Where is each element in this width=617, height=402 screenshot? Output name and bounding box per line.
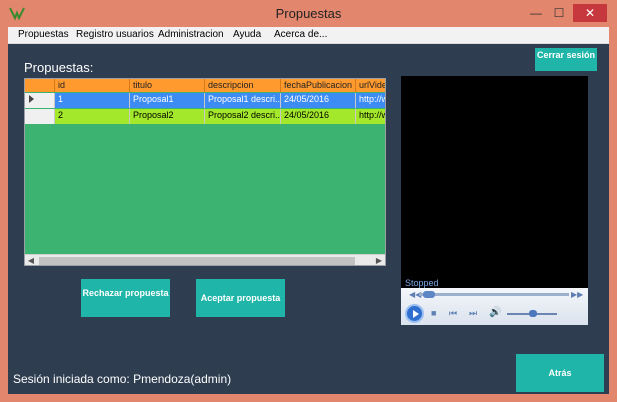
player-controls: ◀◀ ▶▶ ■ ⏮ ⏭ 🔊 — [401, 288, 588, 325]
menu-item-acerca-de[interactable]: Acerca de... — [274, 29, 327, 40]
column-header-url[interactable]: urlVideo — [356, 79, 385, 92]
player-status: Stopped — [405, 278, 439, 288]
seek-handle[interactable] — [423, 291, 435, 298]
cell-titulo[interactable]: Proposal2 — [130, 109, 205, 124]
close-button[interactable]: ✕ — [573, 4, 607, 22]
menu-bar: Propuestas Registro usuarios Administrac… — [8, 27, 609, 44]
session-label: Sesión iniciada como: Pmendoza(admin) — [13, 372, 232, 386]
table-row[interactable]: 1 Proposal1 Proposal1 descri... 24/05/20… — [25, 93, 385, 108]
section-label: Propuestas: — [24, 60, 94, 75]
video-player[interactable]: Stopped ◀◀ ▶▶ ■ ⏮ ⏭ 🔊 — [401, 76, 588, 325]
row-header-cell[interactable] — [25, 109, 55, 124]
menu-item-propuestas[interactable]: Propuestas — [18, 29, 69, 40]
main-window: Propuestas — ☐ ✕ Propuestas Registro usu… — [0, 0, 617, 402]
minimize-button[interactable]: — — [525, 4, 547, 22]
column-header-fecha[interactable]: fechaPublicacion — [281, 79, 356, 92]
cell-descripcion[interactable]: Proposal1 descri... — [205, 93, 281, 108]
logout-button[interactable]: Cerrar sesión — [535, 48, 597, 71]
menu-item-ayuda[interactable]: Ayuda — [233, 29, 261, 40]
cell-fecha[interactable]: 24/05/2016 — [281, 109, 356, 124]
cell-url[interactable]: http://w — [356, 109, 385, 124]
maximize-button[interactable]: ☐ — [548, 4, 570, 22]
horizontal-scrollbar[interactable]: ◀ ▶ — [25, 254, 385, 265]
row-header-cell[interactable] — [25, 93, 55, 108]
seek-forward-icon[interactable]: ▶▶ — [571, 290, 583, 299]
cell-titulo[interactable]: Proposal1 — [130, 93, 205, 108]
volume-handle[interactable] — [529, 310, 537, 317]
proposals-grid[interactable]: id titulo descripcion fechaPublicacion u… — [24, 78, 386, 266]
play-icon[interactable] — [405, 304, 424, 323]
next-icon[interactable]: ⏭ — [469, 308, 477, 319]
table-row[interactable]: 2 Proposal2 Proposal2 descri... 24/05/20… — [25, 109, 385, 124]
scroll-right-icon[interactable]: ▶ — [373, 255, 385, 265]
cell-descripcion[interactable]: Proposal2 descri... — [205, 109, 281, 124]
scroll-left-icon[interactable]: ◀ — [25, 255, 37, 265]
seek-bar[interactable] — [419, 293, 569, 296]
column-header-id[interactable]: id — [55, 79, 130, 92]
title-bar[interactable]: Propuestas — ☐ ✕ — [0, 0, 617, 27]
reject-proposal-button[interactable]: Rechazar propuesta — [81, 279, 170, 317]
cell-id[interactable]: 1 — [55, 93, 130, 108]
menu-item-registro-usuarios[interactable]: Registro usuarios — [76, 29, 154, 40]
cell-url[interactable]: http://w — [356, 93, 385, 108]
cell-fecha[interactable]: 24/05/2016 — [281, 93, 356, 108]
previous-icon[interactable]: ⏮ — [449, 308, 457, 319]
column-header-titulo[interactable]: titulo — [130, 79, 205, 92]
cell-id[interactable]: 2 — [55, 109, 130, 124]
stop-icon[interactable]: ■ — [431, 308, 436, 318]
volume-icon[interactable]: 🔊 — [489, 307, 501, 318]
menu-item-administracion[interactable]: Administracion — [158, 29, 224, 40]
accept-proposal-button[interactable]: Aceptar propuesta — [196, 279, 285, 317]
corner-header-cell — [25, 79, 55, 92]
column-header-descripcion[interactable]: descripcion — [205, 79, 281, 92]
current-row-icon — [29, 95, 34, 103]
grid-header: id titulo descripcion fechaPublicacion u… — [25, 79, 385, 92]
scroll-thumb[interactable] — [39, 257, 355, 265]
back-button[interactable]: Atrás — [516, 354, 604, 392]
client-area: Propuestas: Cerrar sesión id titulo desc… — [8, 44, 609, 394]
